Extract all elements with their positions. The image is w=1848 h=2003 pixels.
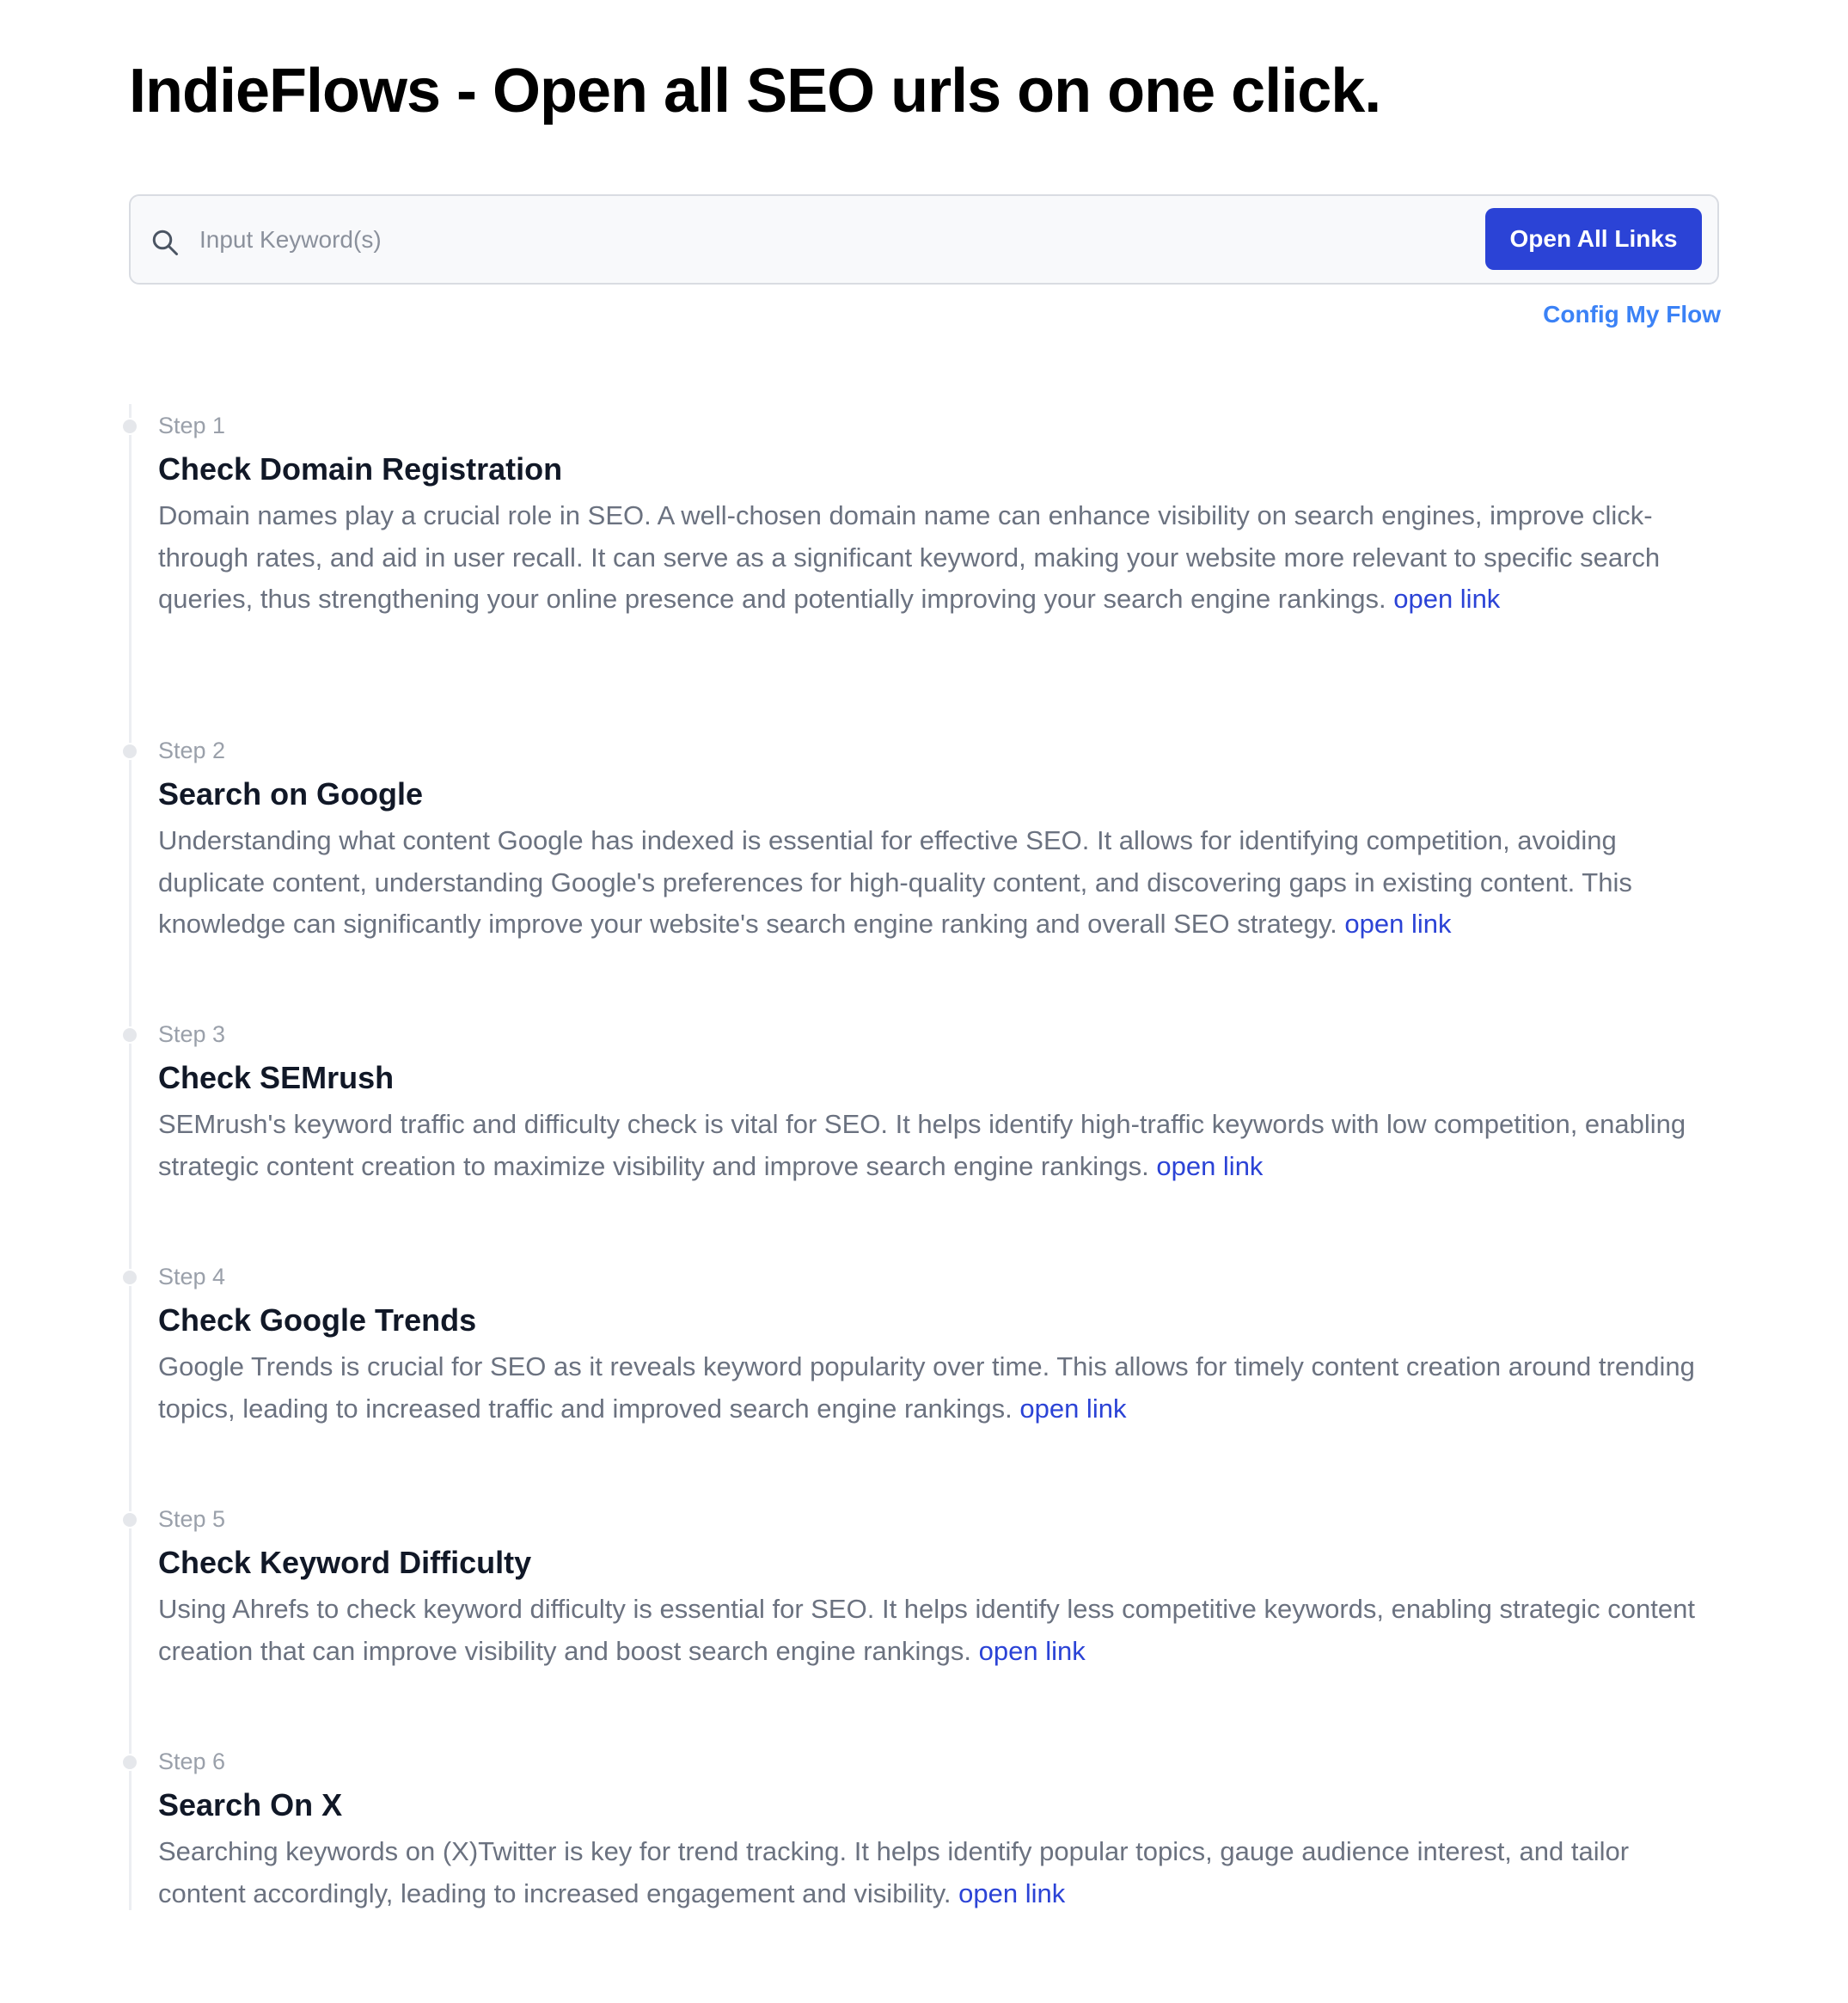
step-description-text: Google Trends is crucial for SEO as it r… [158, 1351, 1695, 1424]
step-title: Check SEMrush [158, 1060, 395, 1095]
open-link[interactable]: open link [958, 1878, 1065, 1908]
step-description: SEMrush's keyword traffic and difficulty… [158, 1104, 1721, 1187]
open-link[interactable]: open link [1019, 1394, 1126, 1424]
timeline-dot [121, 1269, 138, 1286]
step-description: Using Ahrefs to check keyword difficulty… [158, 1589, 1721, 1672]
open-link[interactable]: open link [979, 1636, 1086, 1666]
step-title: Check Google Trends [158, 1302, 477, 1338]
step-title: Search On X [158, 1787, 343, 1822]
step-title: Search on Google [158, 776, 424, 812]
step-number: Step 6 [158, 1749, 226, 1774]
open-link[interactable]: open link [1393, 584, 1500, 614]
search-bar: Open All Links [129, 194, 1719, 285]
config-my-flow-link[interactable]: Config My Flow [1543, 301, 1721, 328]
step-description: Understanding what content Google has in… [158, 820, 1721, 946]
step-description: Searching keywords on (X)Twitter is key … [158, 1831, 1721, 1914]
timeline-dot [121, 418, 138, 435]
timeline-dot [121, 743, 138, 760]
timeline-dot [121, 1511, 138, 1528]
timeline-dot [121, 1754, 138, 1771]
step-description: Domain names play a crucial role in SEO.… [158, 495, 1721, 621]
open-link[interactable]: open link [1156, 1151, 1263, 1181]
step-number: Step 2 [158, 738, 226, 763]
timeline-dot [121, 1026, 138, 1044]
step-number: Step 4 [158, 1264, 226, 1289]
search-input[interactable] [199, 215, 1300, 265]
open-link[interactable]: open link [1344, 909, 1451, 939]
page-title: IndieFlows - Open all SEO urls on one cl… [129, 57, 1381, 126]
search-icon [152, 230, 178, 255]
steps-timeline: Step 1 Check Domain Registration Domain … [121, 404, 1721, 1910]
step-title: Check Domain Registration [158, 451, 563, 487]
step-title: Check Keyword Difficulty [158, 1545, 532, 1580]
step-number: Step 5 [158, 1506, 226, 1532]
open-all-links-button[interactable]: Open All Links [1485, 208, 1702, 270]
step-description: Google Trends is crucial for SEO as it r… [158, 1346, 1721, 1430]
step-number: Step 3 [158, 1021, 226, 1047]
step-description-text: SEMrush's keyword traffic and difficulty… [158, 1109, 1686, 1181]
step-description-text: Using Ahrefs to check keyword difficulty… [158, 1594, 1695, 1666]
timeline-line [129, 404, 132, 1910]
step-number: Step 1 [158, 413, 226, 438]
step-description-text: Searching keywords on (X)Twitter is key … [158, 1836, 1630, 1908]
